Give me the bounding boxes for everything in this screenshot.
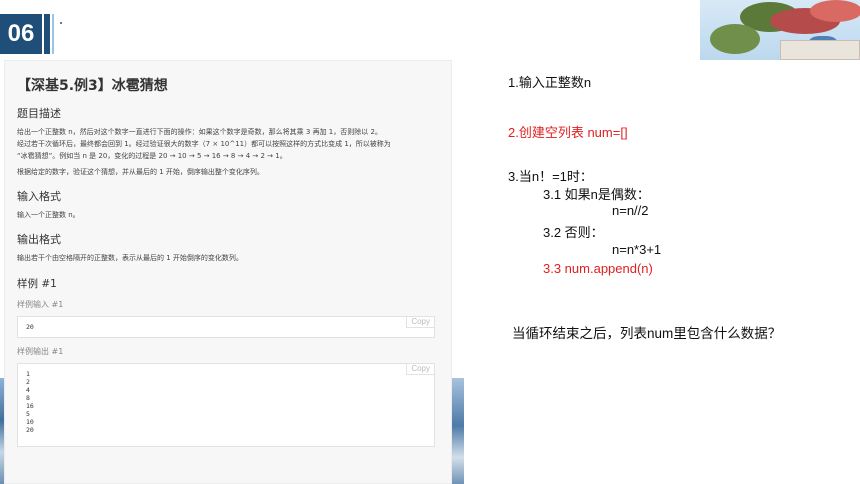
step-1: 1.输入正整数n (508, 75, 592, 90)
output-format-heading: 输出格式 (17, 233, 61, 246)
sample-output-line: 5 (26, 410, 30, 418)
step-3-2-code: n=n*3+1 (612, 242, 662, 257)
sample-output-line: 4 (26, 386, 30, 394)
sample-output-line: 10 (26, 418, 34, 426)
badge-accent-line (52, 14, 54, 54)
sample-output-label: 样例输出 #1 (17, 347, 64, 356)
badge-accent-bar (44, 14, 50, 54)
step-3-1-code: n=n//2 (612, 203, 649, 218)
problem-statement-panel: 【深基5.例3】冰雹猜想 题目描述 给出一个正整数 n，然后对这个数字一直进行下… (4, 60, 452, 484)
sample-output-line: 2 (26, 378, 30, 386)
output-format-text: 输出若干个由空格隔开的正整数，表示从最后的 1 开始倒序的变化数列。 (17, 254, 243, 262)
right-photo-strip (452, 378, 464, 484)
sample-output-line: 8 (26, 394, 30, 402)
description-heading: 题目描述 (17, 107, 61, 120)
sample-output-box: 1 2 4 8 16 5 10 20 Copy (17, 363, 435, 447)
step-3-2: 3.2 否则： (543, 225, 604, 240)
sample-output-line: 20 (26, 426, 34, 434)
step-2: 2.创建空列表 num=[] (508, 125, 628, 140)
copy-input-button[interactable]: Copy (406, 317, 434, 328)
title-marker (60, 22, 62, 24)
sample-input-value: 20 (26, 323, 34, 331)
step-3-1: 3.1 如果n是偶数： (543, 187, 650, 202)
copy-output-button[interactable]: Copy (406, 364, 434, 375)
campus-photo (700, 0, 860, 60)
sample-output-line: 16 (26, 402, 34, 410)
description-text: 给出一个正整数 n，然后对这个数字一直进行下面的操作：如果这个数字是奇数，那么将… (17, 128, 391, 176)
sample-title: 样例 #1 (17, 278, 57, 290)
problem-title: 【深基5.例3】冰雹猜想 (17, 78, 168, 94)
input-format-heading: 输入格式 (17, 190, 61, 203)
input-format-text: 输入一个正整数 n。 (17, 211, 80, 219)
step-3-3: 3.3 num.append(n) (543, 261, 653, 276)
step-3: 3.当n！=1时： (508, 169, 593, 184)
question-text: 当循环结束之后，列表num里包含什么数据？ (512, 326, 782, 341)
sample-input-label: 样例输入 #1 (17, 300, 64, 309)
sample-input-box: 20 Copy (17, 316, 435, 338)
section-number-badge: 06 (0, 14, 42, 54)
sample-output-line: 1 (26, 370, 30, 378)
